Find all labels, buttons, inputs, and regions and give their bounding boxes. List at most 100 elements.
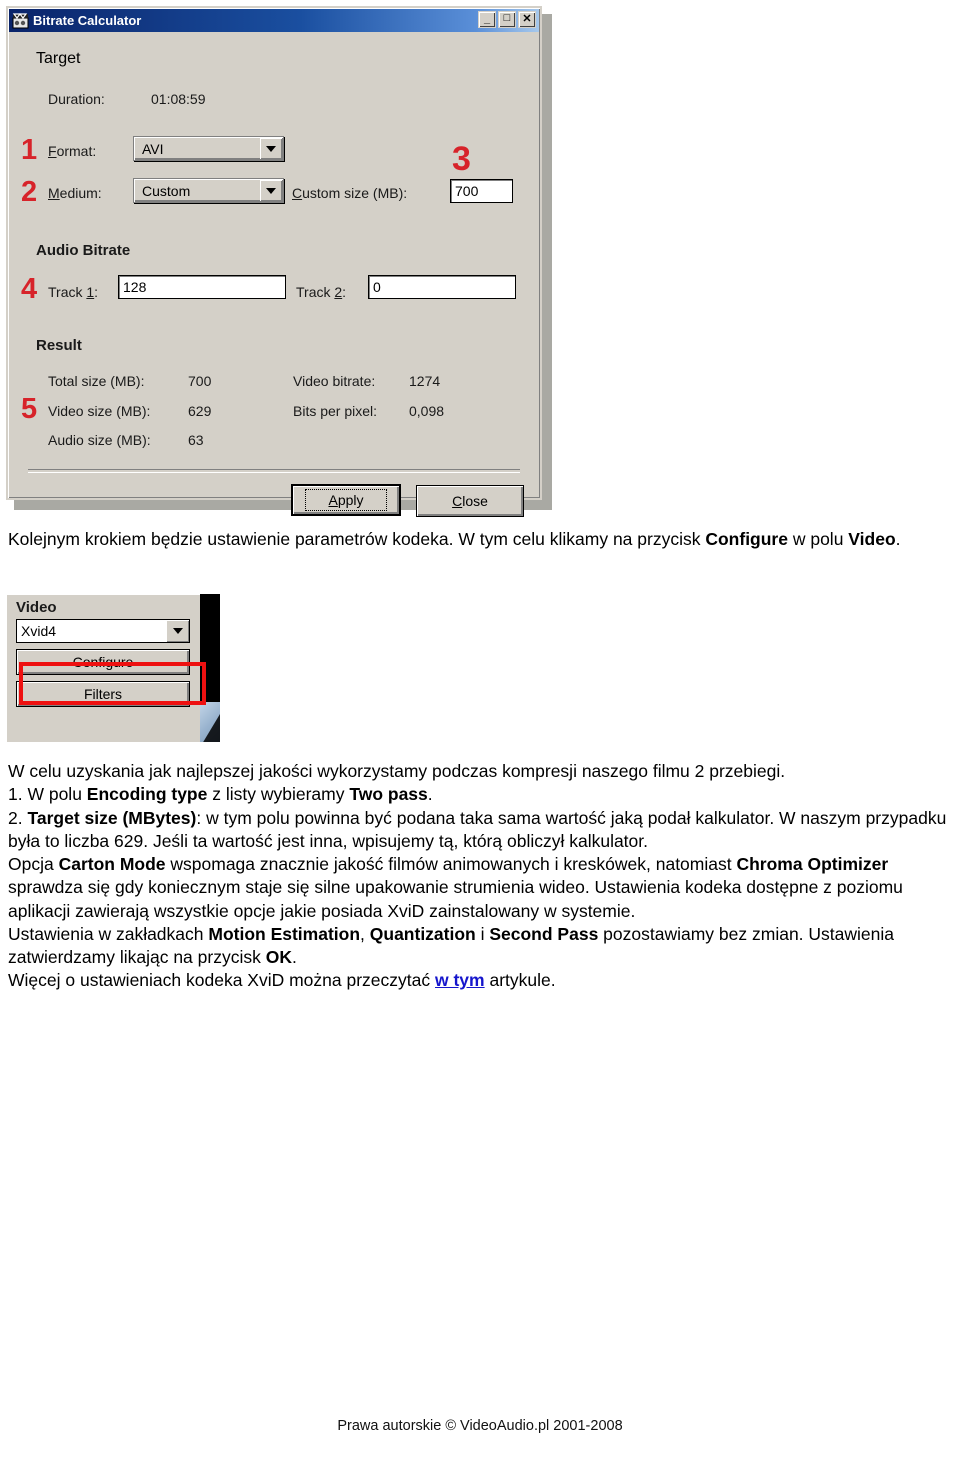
video-group-title: Video [16, 599, 57, 616]
instr-line-5: Ustawienia w zakładkach Motion Estimatio… [8, 923, 952, 970]
close-dialog-button[interactable]: Close [416, 485, 524, 517]
configure-button[interactable]: Configure [16, 649, 190, 675]
film-clapper-icon [12, 12, 29, 29]
codec-value: Xvid4 [21, 623, 57, 639]
p1-bold-configure: Configure [705, 529, 788, 549]
track2-value: 0 [373, 279, 381, 295]
l6-b: artykule. [484, 970, 556, 991]
page-footer: Prawa autorskie © VideoAudio.pl 2001-200… [337, 1418, 623, 1434]
video-bitrate-label: Video bitrate: [293, 373, 376, 389]
video-bitrate-value: 1274 [409, 373, 441, 389]
l6-a: Więcej o ustawieniach kodeka XviD można … [8, 970, 435, 991]
medium-label: Medium: [48, 185, 102, 201]
dialog-title: Bitrate Calculator [33, 13, 142, 28]
callout-5: 5 [21, 393, 38, 425]
callout-1: 1 [21, 134, 38, 166]
l4-a: Opcja [8, 854, 59, 875]
total-size-label: Total size (MB): [48, 373, 145, 389]
custom-size-input[interactable]: 700 [450, 179, 513, 203]
l3-bold-target-size: Target size (MBytes) [27, 807, 197, 828]
divider [28, 469, 520, 473]
format-label: Format: [48, 143, 97, 159]
instr-line-3: 2. Target size (MBytes): w tym polu powi… [8, 807, 952, 854]
callout-3: 3 [452, 140, 471, 178]
l4-bold-chroma-optimizer: Chroma Optimizer [736, 854, 889, 875]
minimize-icon: _ [483, 13, 491, 25]
l2-d: . [427, 784, 433, 805]
close-icon: ✕ [522, 13, 532, 25]
p1-text-c: . [895, 529, 901, 549]
track2-input[interactable]: 0 [368, 275, 516, 299]
format-dropdown[interactable]: AVI [133, 136, 284, 161]
custom-size-label: Custom size (MB): [292, 185, 408, 201]
apply-button-label: Apply [305, 489, 387, 511]
instr-line-6: Więcej o ustawieniach kodeka XviD można … [8, 969, 952, 992]
filters-button[interactable]: Filters [16, 681, 190, 707]
result-group-title: Result [36, 337, 82, 354]
maximize-button[interactable]: □ [498, 11, 516, 28]
l5-f: . [291, 947, 297, 968]
l5-bold-motion-estimation: Motion Estimation [208, 923, 361, 944]
track1-value: 128 [123, 279, 147, 295]
p1-text-b: w polu [787, 529, 849, 549]
duration-label: Duration: [48, 91, 105, 107]
l5-a: Ustawienia w zakładkach [8, 923, 209, 944]
minimize-button[interactable]: _ [478, 11, 496, 28]
callout-2: 2 [21, 176, 38, 208]
l5-bold-quantization: Quantization [369, 923, 476, 944]
custom-size-value: 700 [455, 183, 479, 199]
window-controls: _ □ ✕ [478, 11, 536, 28]
codec-dropdown[interactable]: Xvid4 [16, 619, 190, 643]
chevron-down-icon[interactable] [260, 180, 282, 201]
audio-bitrate-group-title: Audio Bitrate [36, 242, 131, 259]
dialog-body: Target Duration: 01:08:59 1 Format: AVI … [8, 32, 540, 517]
maximize-icon: □ [503, 12, 511, 24]
video-panel-screenshot: Video Xvid4 Configure Filters [6, 594, 220, 742]
l4-bold-carton-mode: Carton Mode [58, 854, 166, 875]
target-group-title: Target [36, 50, 81, 67]
duration-value: 01:08:59 [151, 91, 206, 107]
l5-bold-ok: OK [265, 947, 292, 968]
l5-c: , [360, 923, 370, 944]
apply-button[interactable]: Apply [291, 484, 401, 516]
medium-value: Custom [142, 182, 191, 199]
close-button[interactable]: ✕ [518, 11, 536, 28]
close-button-label: Close [452, 493, 488, 509]
title-bar: Bitrate Calculator _ □ ✕ [9, 9, 539, 32]
l5-bold-second-pass: Second Pass [489, 923, 599, 944]
article-link[interactable]: w tym [435, 970, 485, 990]
video-size-value: 629 [188, 403, 212, 419]
medium-dropdown[interactable]: Custom [133, 178, 284, 203]
l5-d: i [475, 923, 490, 944]
paragraph-configure-intro: Kolejnym krokiem będzie ustawienie param… [8, 528, 952, 551]
bits-per-pixel-value: 0,098 [409, 403, 445, 419]
total-size-value: 700 [188, 373, 212, 389]
video-size-label: Video size (MB): [48, 403, 151, 419]
p1-bold-video: Video [848, 529, 896, 549]
bits-per-pixel-label: Bits per pixel: [293, 403, 378, 419]
video-group-panel: Video Xvid4 Configure Filters [6, 594, 200, 742]
l4-c: wspomaga znacznie jakość filmów animowan… [165, 854, 737, 875]
track1-label: Track 1: [48, 284, 99, 300]
bitrate-calculator-screenshot: Bitrate Calculator _ □ ✕ Target Duration… [6, 6, 552, 517]
instr-line-4: Opcja Carton Mode wspomaga znacznie jako… [8, 853, 952, 923]
l2-bold-two-pass: Two pass [349, 784, 428, 805]
instr-line-1: W celu uzyskania jak najlepszej jakości … [8, 761, 786, 781]
track2-label: Track 2: [296, 284, 347, 300]
callout-4: 4 [21, 273, 38, 305]
track1-input[interactable]: 128 [118, 275, 286, 299]
chevron-down-icon[interactable] [166, 620, 189, 642]
l3-a: 2. [8, 807, 28, 828]
format-value: AVI [142, 140, 164, 157]
l2-a: 1. W polu [8, 784, 87, 805]
l4-d: sprawdza się gdy koniecznym staje się si… [8, 877, 903, 921]
audio-size-label: Audio size (MB): [48, 432, 151, 448]
bitrate-calculator-window: Bitrate Calculator _ □ ✕ Target Duration… [6, 6, 542, 517]
chevron-down-icon[interactable] [260, 138, 282, 159]
instr-line-2: 1. W polu Encoding type z listy wybieram… [8, 783, 952, 806]
l2-c: z listy wybieramy [207, 784, 350, 805]
audio-size-value: 63 [188, 432, 204, 448]
l2-bold-encoding-type: Encoding type [86, 784, 208, 805]
paragraph-encoding-instructions: W celu uzyskania jak najlepszej jakości … [8, 760, 952, 993]
p1-text-a: Kolejnym krokiem będzie ustawienie param… [8, 529, 706, 549]
